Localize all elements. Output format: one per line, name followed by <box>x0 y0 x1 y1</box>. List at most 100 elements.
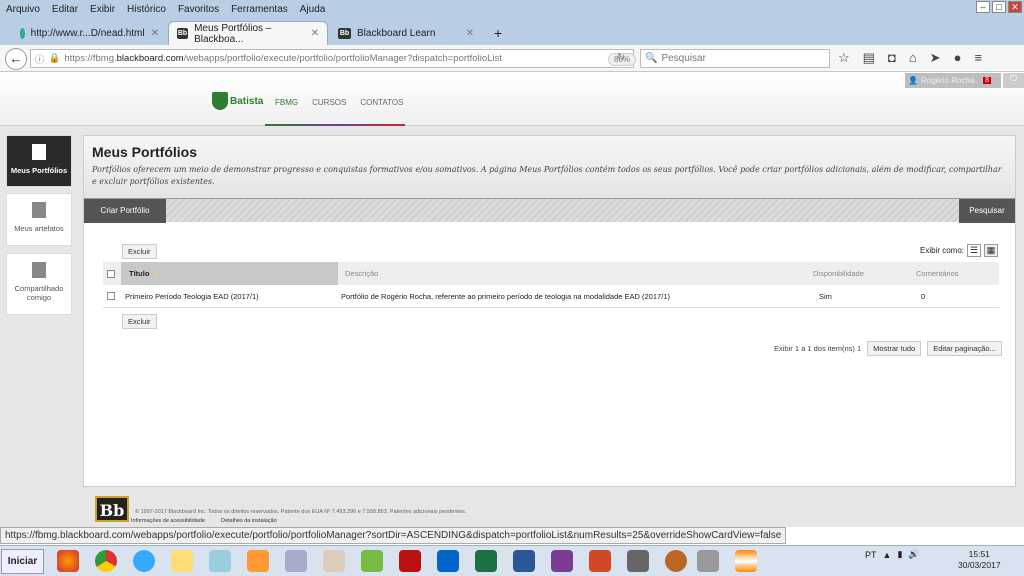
nav-cursos[interactable]: CURSOS <box>312 98 346 107</box>
menu-arquivo[interactable]: Arquivo <box>6 4 40 15</box>
onenote-icon[interactable] <box>551 550 573 572</box>
system-tray: PT ▲ ▮ 🔊 <box>865 549 920 560</box>
internet-explorer-icon[interactable] <box>133 550 155 572</box>
search-button[interactable]: Pesquisar <box>959 199 1015 223</box>
site-icon <box>20 27 25 39</box>
paint-icon[interactable] <box>323 550 345 572</box>
shared-portfolio-icon <box>32 262 46 278</box>
network-icon[interactable]: ▮ <box>897 549 902 560</box>
filezilla-icon[interactable] <box>399 550 421 572</box>
file-explorer-icon[interactable] <box>171 550 193 572</box>
column-titulo[interactable]: Título ▲ <box>121 262 338 285</box>
firefox-icon[interactable] <box>57 550 79 572</box>
bookmark-star-icon[interactable]: ☆ <box>838 50 850 66</box>
tray-arrow-icon[interactable]: ▲ <box>883 550 892 560</box>
nav-contatos[interactable]: CONTATOS <box>360 98 403 107</box>
close-tab-icon[interactable]: ✕ <box>151 28 159 39</box>
accessibility-link[interactable]: Informações de acessibilidade <box>131 518 205 524</box>
vlc-icon[interactable] <box>735 550 757 572</box>
start-button[interactable]: Iniciar <box>1 549 44 574</box>
nav-fbmg[interactable]: FBMG <box>275 98 298 107</box>
excel-icon[interactable] <box>475 550 497 572</box>
column-disponibilidade[interactable]: Disponibilidade <box>813 269 916 278</box>
nav-underline <box>265 124 405 126</box>
menu-favoritos[interactable]: Favoritos <box>178 4 219 15</box>
select-all-checkbox[interactable] <box>107 269 115 278</box>
tab-bar: http://www.r...D/nead.html ✕ Bb Meus Portf… <box>0 18 1024 45</box>
menu-ajuda[interactable]: Ajuda <box>300 4 326 15</box>
pocket-icon[interactable]: ◘ <box>888 50 896 66</box>
minimize-button[interactable]: – <box>976 1 990 13</box>
menu-exibir[interactable]: Exibir <box>90 4 115 15</box>
close-tab-icon[interactable]: ✕ <box>466 28 474 39</box>
menu-editar[interactable]: Editar <box>52 4 78 15</box>
url-bar[interactable]: ⓘ 🔒 https://fbmg.blackboard.com/webapps/p… <box>30 49 637 68</box>
menu-historico[interactable]: Histórico <box>127 4 166 15</box>
blackboard-icon: Bb <box>338 27 351 39</box>
edit-pagination-button[interactable]: Editar paginação... <box>927 341 1002 356</box>
sidebar-item-compartilhado[interactable]: Compartilhado comigo <box>6 253 72 315</box>
create-portfolio-button[interactable]: Criar Portfólio <box>84 199 166 223</box>
close-button[interactable]: ✕ <box>1008 1 1022 13</box>
close-tab-icon[interactable]: ✕ <box>311 28 319 39</box>
search-input[interactable]: 🔍 Pesquisar <box>640 49 830 68</box>
notepad-icon[interactable] <box>209 550 231 572</box>
info-icon[interactable]: ⓘ <box>35 52 45 66</box>
column-descricao[interactable]: Descrição <box>338 269 813 278</box>
delete-button-top[interactable]: Excluir <box>122 244 157 259</box>
language-indicator[interactable]: PT <box>865 550 877 560</box>
maximize-button[interactable]: □ <box>992 1 1006 13</box>
lock-icon: 🔒 <box>48 53 61 64</box>
show-all-button[interactable]: Mostrar tudo <box>867 341 922 356</box>
sidebar-item-meus-portfolios[interactable]: Meus Portfólios <box>6 135 72 187</box>
powerpoint-icon[interactable] <box>589 550 611 572</box>
logout-icon[interactable]: ⏻ <box>1003 73 1024 88</box>
menu-icon[interactable]: ≡ <box>974 50 982 66</box>
user-menu[interactable]: 👤 Rogério Rocha 8 <box>905 73 1001 88</box>
portfolio-title-link[interactable]: Primeiro Período Teologia EAD (2017/1) <box>125 292 341 301</box>
notification-badge[interactable]: 8 <box>983 77 991 84</box>
grid-view-icon[interactable]: ▦ <box>984 244 999 257</box>
home-icon[interactable]: ⌂ <box>909 50 917 66</box>
copyright: © 1997-2017 Blackboard Inc. Todos os dir… <box>135 509 467 515</box>
menu-bar: Arquivo Editar Exibir Histórico Favorito… <box>0 0 1024 18</box>
site-header: 👤 Rogério Rocha 8 ⏻ Batista FBMG CURSOS CO… <box>0 73 1024 126</box>
column-comentarios[interactable]: Comentários <box>916 269 959 278</box>
tab-nead[interactable]: http://www.r...D/nead.html ✕ <box>12 21 167 45</box>
installation-details-link[interactable]: Detalhes da instalação <box>221 518 277 524</box>
app-icon[interactable] <box>697 550 719 572</box>
delete-button-bottom[interactable]: Excluir <box>122 314 157 329</box>
table-row: Primeiro Período Teologia EAD (2017/1) P… <box>103 285 999 308</box>
word-icon[interactable] <box>513 550 535 572</box>
chrome-icon[interactable] <box>95 550 117 572</box>
sidebar-item-meus-artefatos[interactable]: Meus artefatos <box>6 193 72 246</box>
fbmg-logo[interactable]: Batista <box>212 90 266 112</box>
back-button[interactable]: ← <box>5 48 27 70</box>
reading-list-icon[interactable]: ▤ <box>863 50 875 66</box>
page-description: Portfólios oferecem um meio de demonstra… <box>92 165 1002 186</box>
menu-ferramentas[interactable]: Ferramentas <box>231 4 288 15</box>
new-tab-button[interactable]: + <box>486 21 510 45</box>
tab-blackboard-learn[interactable]: Bb Blackboard Learn ✕ <box>330 21 482 45</box>
list-view-icon[interactable]: ☰ <box>967 244 982 257</box>
sync-icon[interactable]: ● <box>954 50 962 66</box>
volume-icon[interactable]: 🔊 <box>908 549 919 560</box>
tab-meus-portfolios[interactable]: Bb Meus Portfólios – Blackboa... ✕ <box>168 21 328 45</box>
calculator-icon[interactable] <box>285 550 307 572</box>
app-icon[interactable] <box>627 550 649 572</box>
send-icon[interactable]: ➤ <box>930 50 941 66</box>
media-player-icon[interactable] <box>247 550 269 572</box>
portfolio-icon <box>32 144 46 160</box>
page: 👤 Rogério Rocha 8 ⏻ Batista FBMG CURSOS CO… <box>0 73 1024 527</box>
project-icon[interactable] <box>361 550 383 572</box>
reload-icon[interactable]: ↻ <box>617 52 625 63</box>
user-avatar-icon: 👤 <box>908 76 918 85</box>
film-reel-icon[interactable] <box>665 550 687 572</box>
outlook-icon[interactable] <box>437 550 459 572</box>
toolbar: ☆ ▤ ◘ ⌂ ➤ ● ≡ <box>838 50 982 66</box>
document-icon <box>32 202 46 218</box>
view-toggle: Exibir como: ☰ ▦ <box>920 244 999 257</box>
page-title: Meus Portfólios <box>92 144 198 160</box>
row-checkbox[interactable] <box>107 292 115 300</box>
clock[interactable]: 15:51 30/03/2017 <box>958 549 1001 571</box>
